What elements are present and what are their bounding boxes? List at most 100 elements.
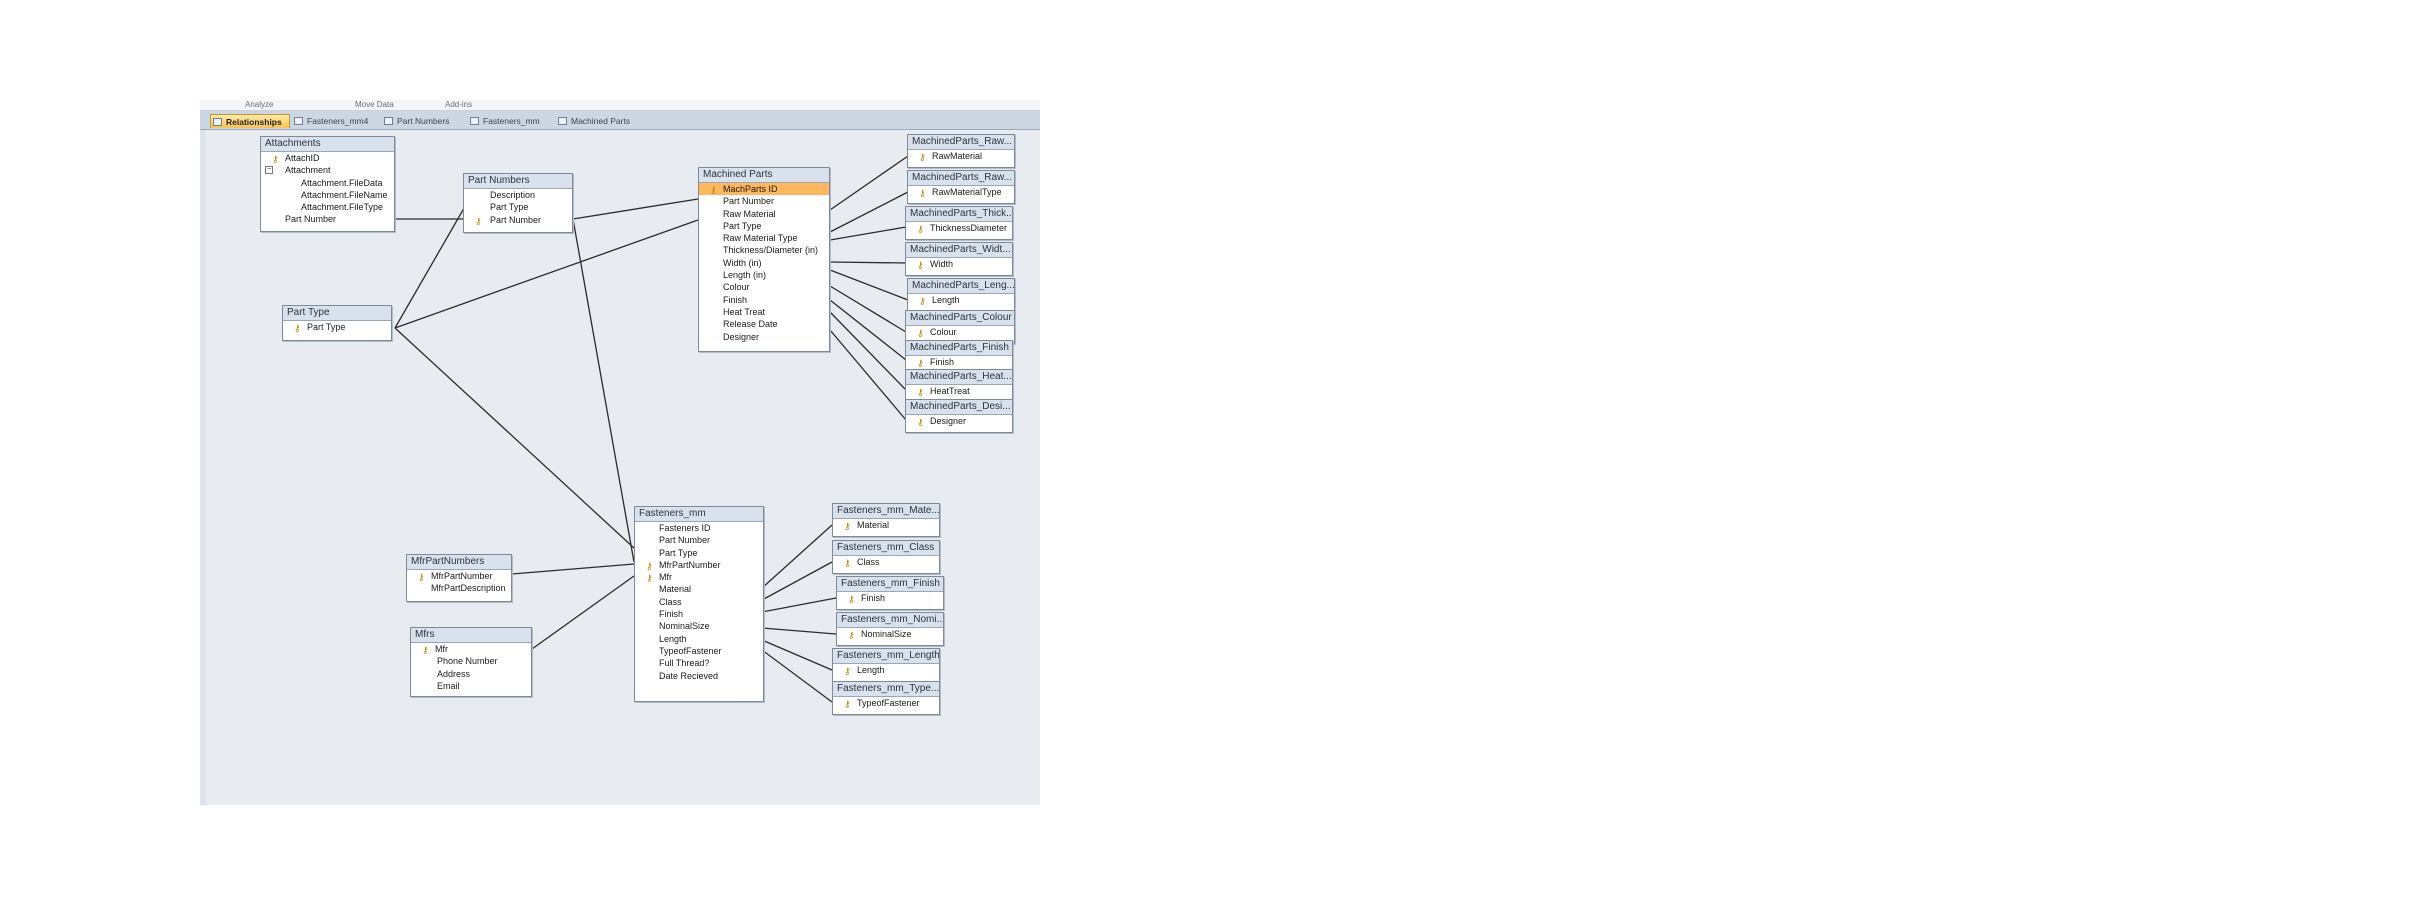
field-description[interactable]: Description [464,189,572,201]
tab-relationships[interactable]: Relationships [210,114,290,128]
table-title[interactable]: Fasteners_mm_Type... [833,682,939,697]
table-title[interactable]: Fasteners_mm_Mate... [833,504,939,519]
table-part-type[interactable]: Part Type ⚷ Part Type [282,305,392,341]
table-title[interactable]: Fasteners_mm_Class [833,541,939,556]
field-typeoffastener[interactable]: TypeofFastener [635,645,763,657]
table-title[interactable]: MachinedParts_Heat... [906,370,1012,385]
table-fasteners-mm[interactable]: Fasteners_mm Fasteners ID Part Number Pa… [634,506,764,702]
field-rawmaterial[interactable]: ⚷ RawMaterial [908,150,1014,162]
table-fasteners-mm-material[interactable]: Fasteners_mm_Mate... ⚷ Material [832,503,940,537]
field-attachment-filename[interactable]: Attachment.FileName [261,189,394,201]
table-machinedparts-thickness[interactable]: MachinedParts_Thick... ⚷ ThicknessDiamete… [905,206,1013,240]
field-attachment-filedata[interactable]: Attachment.FileData [261,177,394,189]
table-mfrpartnumbers[interactable]: MfrPartNumbers ⚷ MfrPartNumber MfrPartDes… [406,554,512,602]
field-date-recieved[interactable]: Date Recieved [635,670,763,682]
tab-fasteners-mm[interactable]: Fasteners_mm [468,114,554,128]
table-machinedparts-heattreat[interactable]: MachinedParts_Heat... ⚷ HeatTreat [905,369,1013,403]
field-attachid[interactable]: ⚷ AttachID [261,152,394,164]
field-finish[interactable]: Finish [635,608,763,620]
table-title[interactable]: MachinedParts_Raw... [908,135,1014,150]
field-raw-material[interactable]: Raw Material [699,208,829,220]
field-part-type[interactable]: Part Type [464,201,572,213]
field-raw-material-type[interactable]: Raw Material Type [699,232,829,244]
table-title[interactable]: MfrPartNumbers [407,555,511,570]
field-finish[interactable]: ⚷ Finish [906,356,1012,368]
field-thicknessdiameter[interactable]: ⚷ ThicknessDiameter [906,222,1012,234]
field-length[interactable]: Length (in) [699,269,829,281]
field-nominalsize[interactable]: ⚷ NominalSize [837,628,943,640]
table-title[interactable]: MachinedParts_Widt... [906,243,1012,258]
field-length[interactable]: ⚷ Length [908,294,1014,306]
field-part-number[interactable]: ⚷ Part Number [464,214,572,226]
field-mfrpartnumber[interactable]: ⚷ MfrPartNumber [635,559,763,571]
table-machinedparts-designer[interactable]: MachinedParts_Desi... ⚷ Designer [905,399,1013,433]
table-fasteners-mm-length[interactable]: Fasteners_mm_Length ⚷ Length [832,648,940,682]
table-title[interactable]: MachinedParts_Colour [906,311,1014,326]
field-attachment-filetype[interactable]: Attachment.FileType [261,201,394,213]
field-rawmaterialtype[interactable]: ⚷ RawMaterialType [908,186,1014,198]
table-title[interactable]: Part Numbers [464,174,572,189]
field-attachment[interactable]: − Attachment [261,164,394,176]
table-attachments[interactable]: Attachments ⚷ AttachID − Attachment Attach… [260,136,395,232]
field-mfrpartnumber[interactable]: ⚷ MfrPartNumber [407,570,511,582]
table-mfrs[interactable]: Mfrs ⚷ Mfr Phone Number Address Email [410,627,532,697]
table-fasteners-mm-finish[interactable]: Fasteners_mm_Finish ⚷ Finish [836,576,944,610]
minus-box-icon[interactable]: − [265,166,273,175]
field-part-type[interactable]: Part Type [635,547,763,559]
tab-part-numbers[interactable]: Part Numbers [382,114,466,128]
field-width[interactable]: ⚷ Width [906,258,1012,270]
field-length[interactable]: Length [635,633,763,645]
table-title[interactable]: Fasteners_mm [635,507,763,522]
field-fasteners-id[interactable]: Fasteners ID [635,522,763,534]
field-class[interactable]: ⚷ Class [833,556,939,568]
table-machinedparts-colour[interactable]: MachinedParts_Colour ⚷ Colour [905,310,1015,344]
table-title[interactable]: Mfrs [411,628,531,643]
field-mfr[interactable]: ⚷ Mfr [411,643,531,655]
field-address[interactable]: Address [411,668,531,680]
table-title[interactable]: MachinedParts_Leng... [908,279,1014,294]
field-colour[interactable]: Colour [699,281,829,293]
field-thickness-diameter[interactable]: Thickness/Diameter (in) [699,244,829,256]
table-machinedparts-rawmaterial[interactable]: MachinedParts_Raw... ⚷ RawMaterial [907,134,1015,168]
field-typeoffastener[interactable]: ⚷ TypeofFastener [833,697,939,709]
field-email[interactable]: Email [411,680,531,692]
field-colour[interactable]: ⚷ Colour [906,326,1014,338]
field-designer[interactable]: Designer [699,331,829,343]
field-mfrpartdescription[interactable]: MfrPartDescription [407,582,511,594]
tab-fasteners-mm4[interactable]: Fasteners_mm4 [292,114,380,128]
table-machinedparts-rawmaterialtype[interactable]: MachinedParts_Raw... ⚷ RawMaterialType [907,170,1015,204]
field-nominalsize[interactable]: NominalSize [635,620,763,632]
field-heattreat[interactable]: ⚷ HeatTreat [906,385,1012,397]
field-heat-treat[interactable]: Heat Treat [699,306,829,318]
table-machined-parts[interactable]: Machined Parts ⚷ MachParts ID Part Number… [698,167,830,352]
field-part-type[interactable]: Part Type [699,220,829,232]
table-title[interactable]: Fasteners_mm_Length [833,649,939,664]
table-fasteners-mm-typeoffastener[interactable]: Fasteners_mm_Type... ⚷ TypeofFastener [832,681,940,715]
field-material[interactable]: ⚷ Material [833,519,939,531]
field-length[interactable]: ⚷ Length [833,664,939,676]
table-title[interactable]: Attachments [261,137,394,152]
table-title[interactable]: MachinedParts_Desi... [906,400,1012,415]
table-machinedparts-length[interactable]: MachinedParts_Leng... ⚷ Length [907,278,1015,312]
table-fasteners-mm-nominalsize[interactable]: Fasteners_mm_Nomi... ⚷ NominalSize [836,612,944,646]
table-fasteners-mm-class[interactable]: Fasteners_mm_Class ⚷ Class [832,540,940,574]
field-finish[interactable]: ⚷ Finish [837,592,943,604]
table-title[interactable]: Part Type [283,306,391,321]
field-material[interactable]: Material [635,583,763,595]
field-part-number[interactable]: Part Number [699,195,829,207]
field-machparts-id[interactable]: ⚷ MachParts ID [699,183,829,196]
field-designer[interactable]: ⚷ Designer [906,415,1012,427]
field-part-type[interactable]: ⚷ Part Type [283,321,391,333]
field-width[interactable]: Width (in) [699,257,829,269]
field-finish[interactable]: Finish [699,294,829,306]
table-title[interactable]: Machined Parts [699,168,829,183]
tab-machined-parts[interactable]: Machined Parts [556,114,646,128]
field-phone-number[interactable]: Phone Number [411,655,531,667]
field-release-date[interactable]: Release Date [699,318,829,330]
field-part-number[interactable]: Part Number [261,213,394,225]
table-title[interactable]: MachinedParts_Thick... [906,207,1012,222]
table-machinedparts-width[interactable]: MachinedParts_Widt... ⚷ Width [905,242,1013,276]
field-mfr[interactable]: ⚷ Mfr [635,571,763,583]
field-full-thread[interactable]: Full Thread? [635,657,763,669]
field-part-number[interactable]: Part Number [635,534,763,546]
